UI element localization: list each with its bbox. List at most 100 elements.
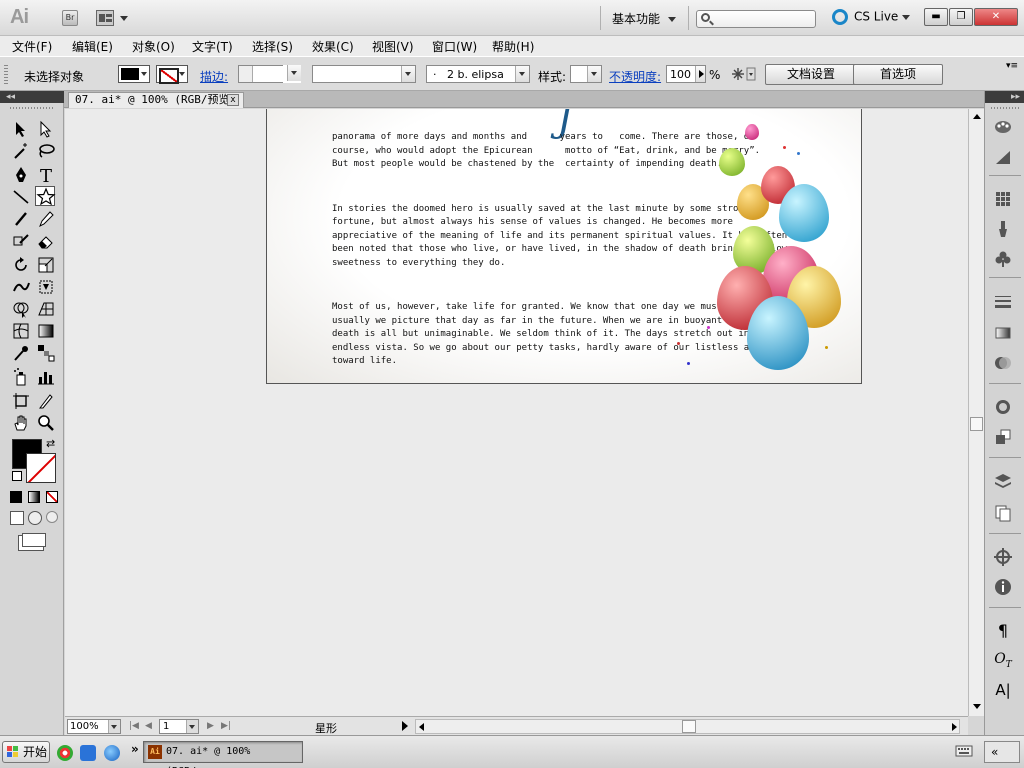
paragraph-icon[interactable]: ¶ — [993, 621, 1013, 641]
artboard-icon[interactable] — [11, 391, 31, 411]
lasso-icon[interactable] — [36, 141, 56, 161]
scroll-down-button[interactable] — [969, 699, 984, 714]
restore-button[interactable]: ❐ — [949, 8, 973, 26]
opacity-panel-link[interactable]: 不透明度: — [609, 68, 661, 85]
rotate-icon[interactable] — [11, 255, 31, 275]
draw-inside-icon[interactable] — [46, 511, 58, 523]
character-icon[interactable]: A| — [993, 681, 1013, 701]
color-panel-icon[interactable] — [993, 117, 1013, 137]
gradient-panel-icon[interactable] — [993, 323, 1013, 343]
navigator-icon[interactable] — [993, 547, 1013, 567]
gradient-mode-icon[interactable] — [28, 491, 40, 503]
artboard[interactable]: J panorama of more days and months and y… — [266, 109, 862, 384]
draw-behind-icon[interactable] — [28, 511, 42, 525]
menu-effect[interactable]: 效果(C) — [312, 38, 354, 55]
variable-width-profile-select[interactable] — [312, 65, 416, 83]
hand-icon[interactable] — [11, 413, 31, 433]
document-tab[interactable]: 07. ai* @ 100% (RGB/预览) x — [68, 92, 244, 108]
internet-explorer-icon[interactable] — [104, 745, 120, 761]
help-search-input[interactable] — [696, 10, 816, 28]
menu-type[interactable]: 文字(T) — [192, 38, 233, 55]
free-transform-icon[interactable] — [36, 277, 56, 297]
swap-colors-icon[interactable]: ⇄ — [46, 437, 55, 450]
magic-wand-icon[interactable] — [11, 141, 31, 161]
stroke-color-box[interactable] — [26, 453, 56, 483]
warp-icon[interactable] — [11, 277, 31, 297]
artboard-number-select[interactable]: 1 — [159, 719, 199, 734]
preferences-button[interactable]: 首选项 — [853, 64, 943, 85]
menu-file[interactable]: 文件(F) — [12, 38, 52, 55]
workspace-switcher[interactable]: 基本功能 — [612, 10, 677, 27]
horizontal-scroll-thumb[interactable] — [682, 720, 696, 733]
panel-grip[interactable] — [991, 107, 1019, 109]
shape-builder-icon[interactable] — [11, 299, 31, 319]
stroke-weight-input[interactable] — [238, 65, 301, 83]
none-mode-icon[interactable] — [46, 491, 58, 503]
canvas-area[interactable]: J panorama of more days and months and y… — [65, 109, 968, 716]
next-artboard-button[interactable]: ▶ — [207, 721, 214, 731]
stepper-icon[interactable] — [239, 66, 253, 82]
brushes-icon[interactable] — [993, 219, 1013, 239]
eraser-icon[interactable] — [36, 231, 56, 251]
type-icon[interactable]: T — [36, 165, 56, 187]
first-artboard-button[interactable]: |◀ — [129, 721, 139, 731]
info-icon[interactable] — [993, 577, 1013, 597]
perspective-grid-icon[interactable] — [36, 299, 56, 319]
column-graph-icon[interactable] — [36, 367, 56, 387]
menu-edit[interactable]: 编辑(E) — [72, 38, 113, 55]
slice-icon[interactable] — [36, 391, 56, 411]
stroke-icon[interactable] — [993, 291, 1013, 311]
opacity-input[interactable]: 100 — [666, 65, 706, 83]
minimize-button[interactable]: ▬ — [924, 8, 948, 26]
panel-menu-icon[interactable]: ▾≡ — [1006, 61, 1018, 71]
expand-dock-icon[interactable]: ▸▸ — [985, 91, 1024, 103]
paintbrush-icon[interactable] — [11, 209, 31, 229]
appearance-icon[interactable] — [993, 397, 1013, 417]
arrange-documents-button[interactable] — [96, 10, 128, 26]
taskbar-illustrator-item[interactable]: Ai 07. ai* @ 100% (RGB/... — [143, 741, 303, 768]
direct-selection-icon[interactable] — [36, 119, 56, 139]
color-guide-icon[interactable] — [993, 147, 1013, 167]
menu-object[interactable]: 对象(O) — [132, 38, 175, 55]
stroke-color-swatch[interactable] — [156, 65, 188, 84]
graphic-style-select[interactable] — [570, 65, 602, 83]
panel-grip[interactable] — [10, 107, 54, 109]
stroke-weight-dropdown[interactable] — [283, 65, 301, 83]
menu-help[interactable]: 帮助(H) — [492, 38, 534, 55]
opentype-icon[interactable]: OT — [993, 651, 1013, 671]
previous-artboard-button[interactable]: ◀ — [145, 721, 152, 731]
vertical-scroll-thumb[interactable] — [970, 417, 983, 431]
transparency-icon[interactable] — [993, 353, 1013, 373]
keyboard-icon[interactable] — [955, 744, 973, 761]
graphic-styles-icon[interactable] — [993, 427, 1013, 447]
blob-brush-icon[interactable] — [11, 231, 31, 251]
status-menu-arrow-icon[interactable] — [402, 721, 408, 731]
menu-select[interactable]: 选择(S) — [252, 38, 293, 55]
star-icon[interactable] — [35, 186, 56, 206]
menu-window[interactable]: 窗口(W) — [432, 38, 477, 55]
scroll-left-icon[interactable] — [419, 723, 424, 731]
collapse-panel-icon[interactable]: ◂◂ — [0, 91, 64, 103]
screen-mode-icon[interactable] — [22, 533, 46, 547]
document-setup-button[interactable]: 文档设置 — [765, 64, 857, 85]
fill-color-swatch[interactable] — [118, 65, 150, 83]
pen-icon[interactable] — [11, 165, 31, 185]
scroll-up-button[interactable] — [969, 109, 984, 124]
panel-grip[interactable] — [4, 65, 8, 85]
blend-icon[interactable] — [36, 343, 56, 363]
explorer-icon[interactable] — [80, 745, 96, 761]
mesh-icon[interactable] — [11, 321, 31, 341]
cs-live-menu[interactable]: CS Live — [832, 9, 911, 25]
eyedropper-icon[interactable] — [11, 343, 31, 363]
vertical-scrollbar[interactable] — [968, 109, 984, 716]
close-window-button[interactable]: ✕ — [974, 8, 1018, 26]
horizontal-scrollbar[interactable] — [415, 719, 960, 734]
last-artboard-button[interactable]: ▶| — [221, 721, 231, 731]
brush-definition-select[interactable]: · 2 b. elipsa — [426, 65, 530, 83]
pencil-icon[interactable] — [36, 209, 56, 229]
zoom-level-select[interactable]: 100% — [67, 719, 121, 734]
zoom-icon[interactable] — [36, 413, 56, 433]
scroll-right-icon[interactable] — [952, 723, 957, 731]
gradient-icon[interactable] — [36, 321, 56, 341]
tray-expand-button[interactable]: « — [984, 741, 1020, 763]
